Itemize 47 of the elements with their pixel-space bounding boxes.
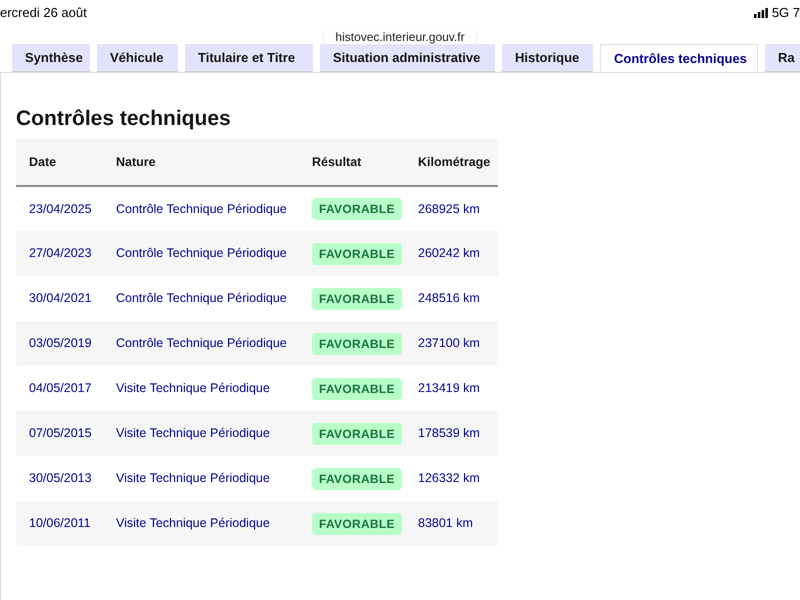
date-cell: 30/04/2021 (16, 276, 116, 321)
column-header: Nature (116, 139, 312, 186)
result-badge: FAVORABLE (312, 378, 402, 400)
mileage-cell: 126332 km (418, 456, 498, 501)
mileage-cell: 260242 km (418, 231, 498, 276)
tab[interactable]: Titulaire et Titre (185, 44, 313, 72)
tab[interactable]: Historique (502, 44, 593, 72)
tab[interactable]: Synthèse (12, 44, 90, 72)
nature-cell: Visite Technique Périodique (116, 501, 312, 546)
tab[interactable]: Ra (765, 44, 800, 72)
result-badge: FAVORABLE (312, 512, 402, 534)
result-badge: FAVORABLE (312, 422, 402, 444)
signal-icon (754, 8, 768, 18)
date-cell: 10/06/2011 (16, 501, 116, 546)
nature-cell: Visite Technique Périodique (116, 366, 312, 411)
network-label: 5G 7 (772, 4, 800, 22)
nature-cell: Visite Technique Périodique (116, 411, 312, 456)
result-badge: FAVORABLE (312, 198, 402, 220)
nature-cell: Contrôle Technique Périodique (116, 231, 312, 276)
tab[interactable]: Situation administrative (320, 44, 495, 72)
date-cell: 30/05/2013 (16, 456, 116, 501)
date-cell: 27/04/2023 (16, 231, 116, 276)
mileage-cell: 237100 km (418, 321, 498, 366)
mileage-cell: 213419 km (418, 366, 498, 411)
nature-cell: Contrôle Technique Périodique (116, 321, 312, 366)
nature-cell: Visite Technique Périodique (116, 456, 312, 501)
mileage-cell: 178539 km (418, 411, 498, 456)
date-cell: 23/04/2025 (16, 186, 116, 231)
column-header: Kilométrage (418, 139, 498, 186)
status-date: ercredi 26 août (0, 4, 87, 22)
mileage-cell: 268925 km (418, 186, 498, 231)
nature-cell: Contrôle Technique Périodique (116, 276, 312, 321)
mileage-cell: 83801 km (418, 501, 498, 546)
mileage-cell: 248516 km (418, 276, 498, 321)
result-badge: FAVORABLE (312, 242, 402, 264)
page-title: Contrôles techniques (16, 106, 232, 132)
column-header: Résultat (312, 139, 418, 186)
tab[interactable]: Contrôles techniques (600, 44, 758, 72)
tab[interactable]: Véhicule (97, 44, 178, 72)
nature-cell: Contrôle Technique Périodique (116, 186, 312, 231)
date-cell: 07/05/2015 (16, 411, 116, 456)
column-header: Date (16, 139, 116, 186)
result-badge: FAVORABLE (312, 288, 402, 310)
date-cell: 04/05/2017 (16, 366, 116, 411)
result-badge: FAVORABLE (312, 332, 402, 354)
result-badge: FAVORABLE (312, 468, 402, 490)
date-cell: 03/05/2019 (16, 321, 116, 366)
